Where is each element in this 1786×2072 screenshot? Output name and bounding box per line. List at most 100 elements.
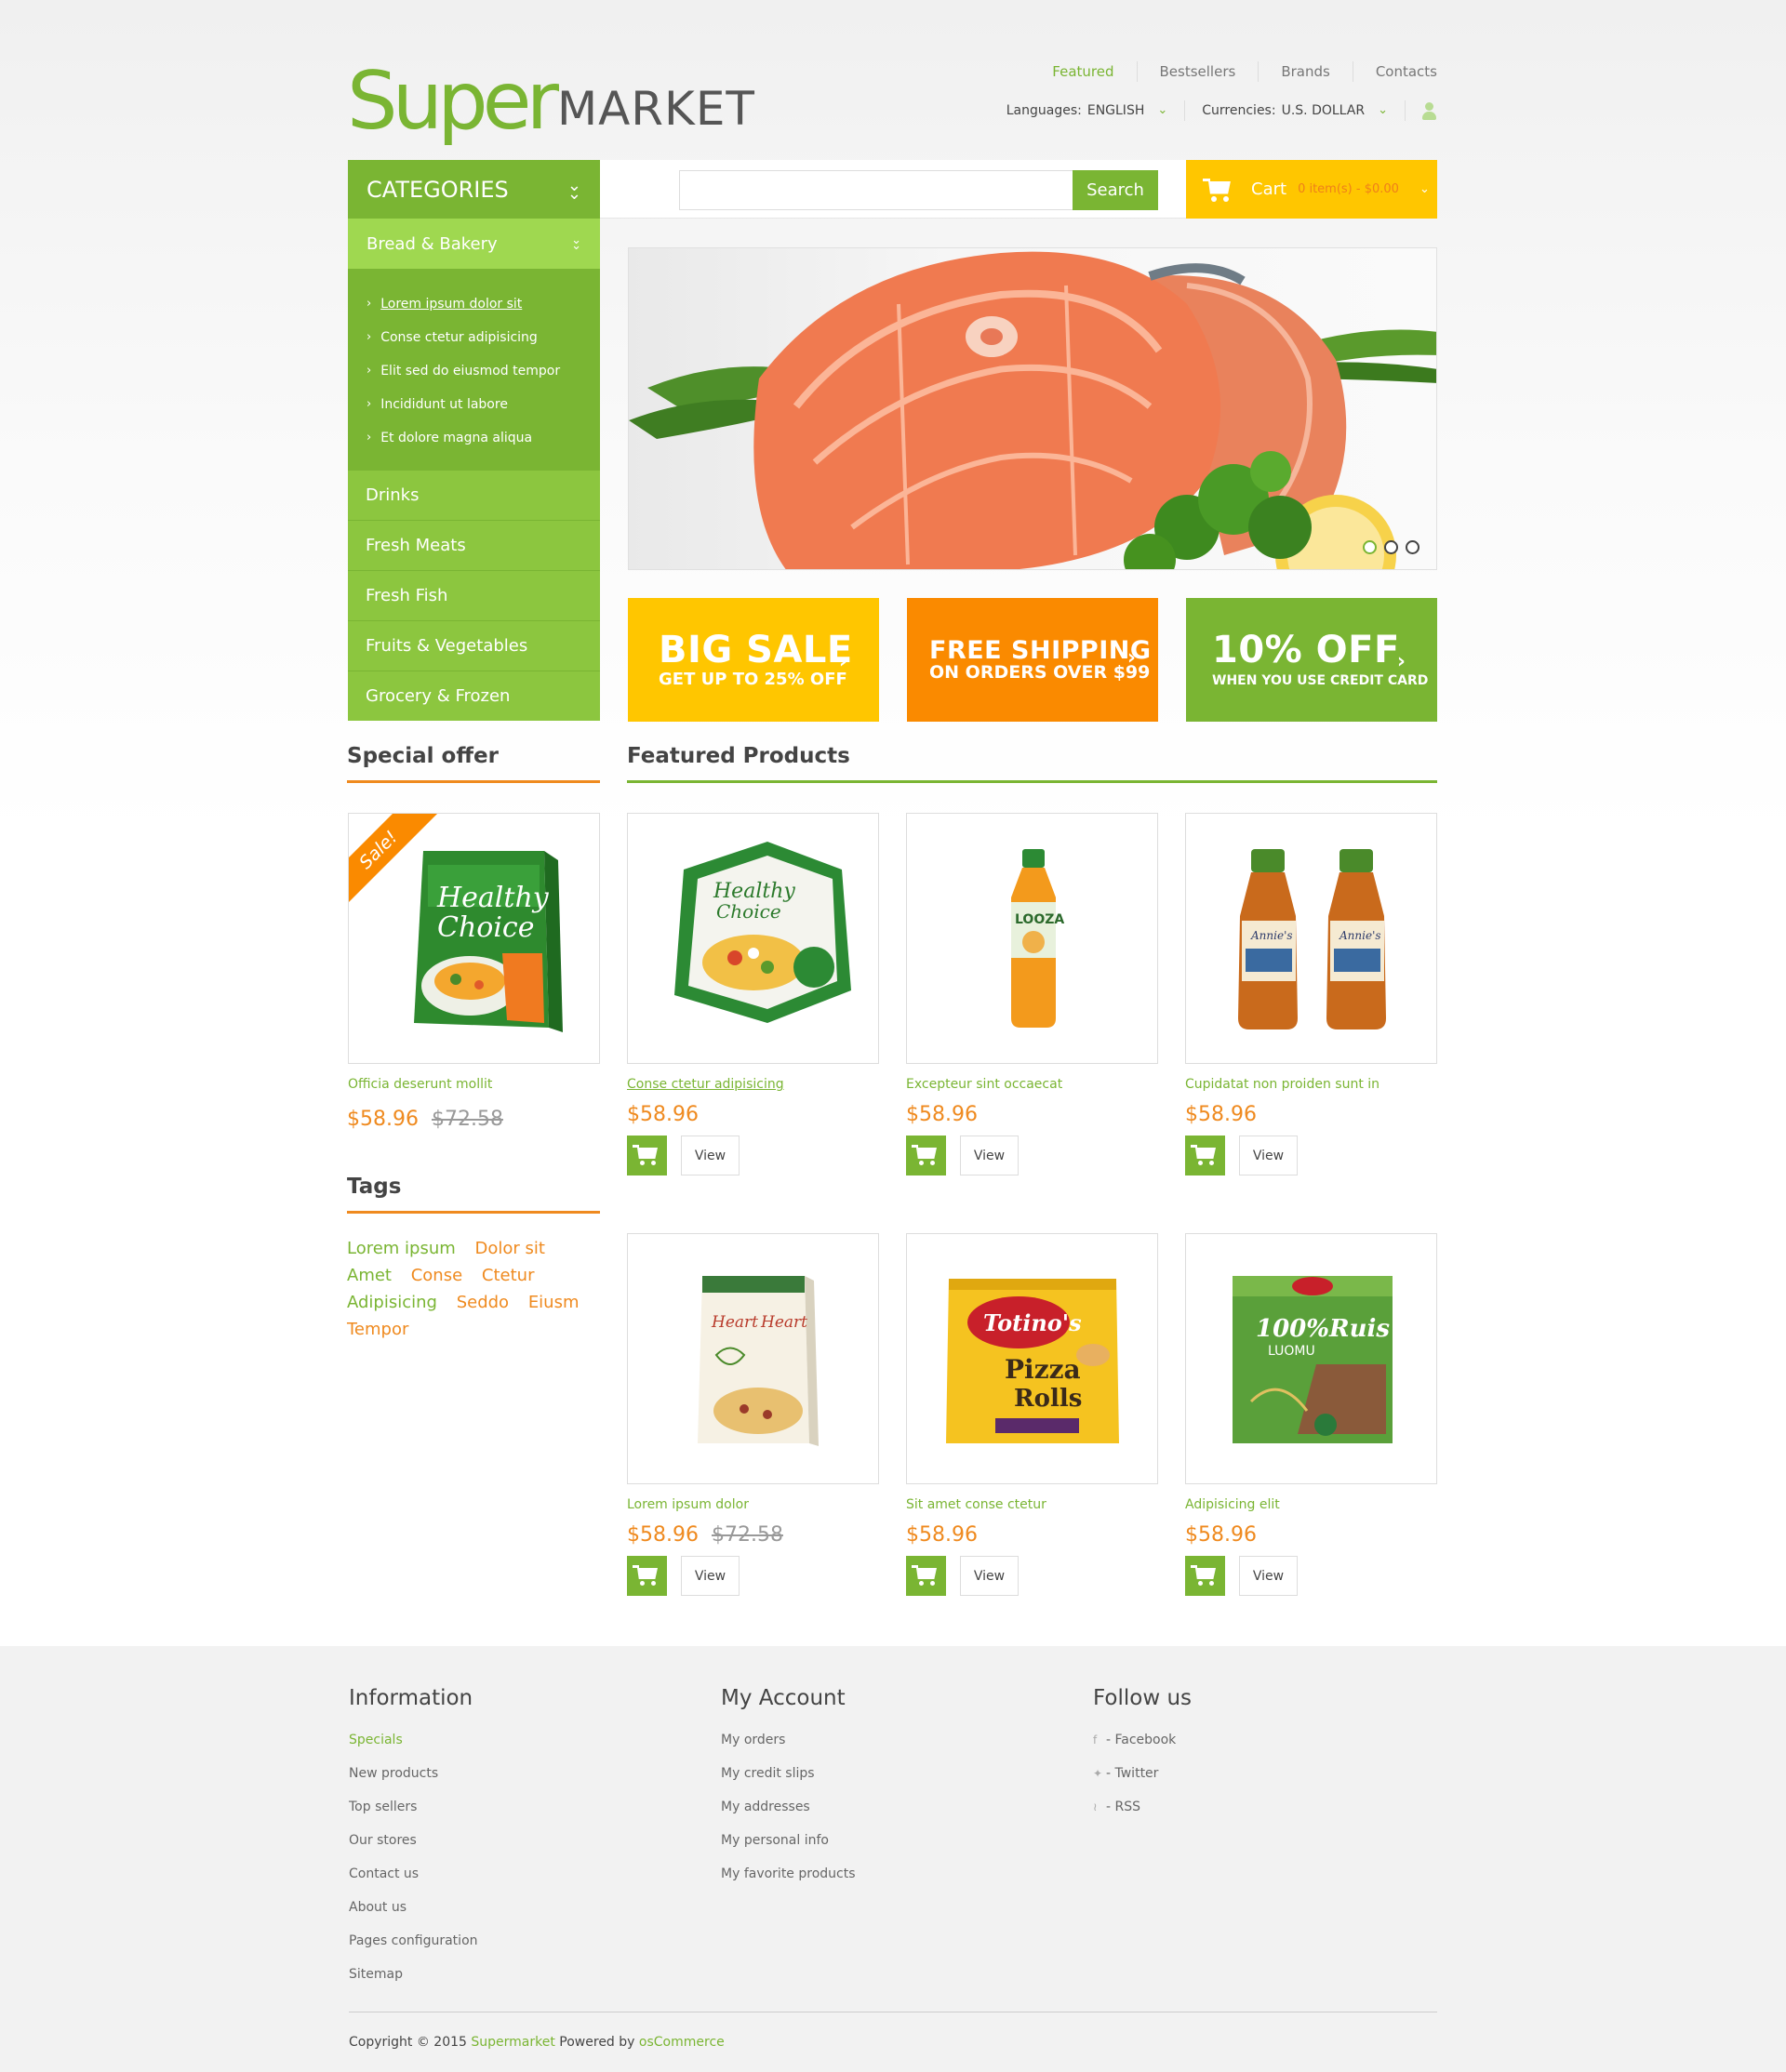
pizza-rolls-box-image: Totino's Pizza Rolls [946,1279,1119,1443]
tag-link[interactable]: Eiusm [528,1293,580,1312]
special-product-image[interactable]: Healthy Choice Sale! [348,813,600,1064]
site-footer: Information Specials New products Top se… [0,1646,1786,2072]
footer-link-twitter[interactable]: ✦ - Twitter [1093,1764,1192,1798]
nav-contacts[interactable]: Contacts [1352,61,1437,82]
product-name[interactable]: Conse ctetur adipisicing [627,1077,784,1092]
tag-link[interactable]: Conse [411,1266,462,1285]
product-price: $58.96 [627,1103,699,1126]
dressing-bottles-image: Annie's Annie's [1238,849,1386,1029]
product-image[interactable]: Totino's Pizza Rolls [906,1233,1158,1484]
brand-link[interactable]: Supermarket [471,2035,554,2050]
banner-subline: WHEN YOU USE CREDIT CARD [1212,672,1429,688]
search-input[interactable] [679,170,1073,210]
top-navigation: Featured Bestsellers Brands Contacts [1030,61,1437,82]
product-name[interactable]: Excepteur sint occaecat [906,1077,1062,1092]
view-button[interactable]: View [960,1556,1019,1596]
footer-link[interactable]: Specials [349,1731,478,1764]
cart-summary: 0 item(s) - $0.00 [1298,182,1399,196]
add-to-cart-button[interactable] [627,1136,667,1175]
nav-featured[interactable]: Featured [1030,61,1136,82]
tag-link[interactable]: Seddo [457,1293,509,1312]
chevron-right-icon: › [367,397,372,411]
svg-text:Choice: Choice [437,911,535,944]
footer-link[interactable]: Top sellers [349,1798,478,1831]
tag-link[interactable]: Ctetur [482,1266,535,1285]
add-to-cart-button[interactable] [906,1556,946,1596]
slider-dot[interactable] [1406,540,1419,554]
add-to-cart-button[interactable] [1185,1556,1225,1596]
hero-slider[interactable] [628,247,1437,570]
cereal-box-image: Heart Heart [698,1276,819,1446]
frozen-meal-image: Healthy Choice [674,842,851,1023]
footer-link[interactable]: Our stores [349,1831,478,1865]
subcategory-item[interactable]: › Elit sed do eiusmod tempor [367,354,581,388]
category-bread-bakery[interactable]: Bread & Bakery ⌄ ⌄ [348,219,600,269]
footer-link[interactable]: My orders [721,1731,856,1764]
category-fruits-vegetables[interactable]: Fruits & Vegetables [348,620,600,671]
site-logo[interactable]: Super MARKET [347,48,755,141]
currency-selector[interactable]: Currencies: U.S. DOLLAR ⌄ [1185,100,1406,121]
product-name[interactable]: Cupidatat non proiden sunt in [1185,1077,1379,1092]
subcategory-item[interactable]: › Lorem ipsum dolor sit [367,287,581,321]
tag-link[interactable]: Tempor [347,1320,408,1339]
footer-link[interactable]: Pages configuration [349,1932,478,1965]
nav-bestsellers[interactable]: Bestsellers [1136,61,1259,82]
product-name[interactable]: Sit amet conse ctetur [906,1497,1046,1512]
add-to-cart-button[interactable] [906,1136,946,1175]
subcategory-item[interactable]: › Incididunt ut labore [367,388,581,421]
footer-link[interactable]: My personal info [721,1831,856,1865]
special-product-name[interactable]: Officia deserunt mollit [348,1077,492,1092]
add-to-cart-button[interactable] [627,1556,667,1596]
product-image[interactable]: Annie's Annie's [1185,813,1437,1064]
product-image[interactable]: Healthy Choice [627,813,879,1064]
chevron-right-icon: › [367,330,372,344]
categories-header[interactable]: CATEGORIES ⌄ ⌄ [348,160,600,219]
banner-big-sale[interactable]: BIG SALE GET UP TO 25% OFF › [628,598,879,722]
platform-link[interactable]: osCommerce [639,2035,725,2050]
add-to-cart-button[interactable] [1185,1136,1225,1175]
footer-link[interactable]: My addresses [721,1798,856,1831]
category-drinks[interactable]: Drinks [348,470,600,520]
product-image[interactable]: Heart Heart [627,1233,879,1484]
tag-link[interactable]: Amet [347,1266,392,1285]
view-button[interactable]: View [681,1556,740,1596]
subcategory-item[interactable]: › Conse ctetur adipisicing [367,321,581,354]
footer-link[interactable]: About us [349,1898,478,1932]
search-button[interactable]: Search [1073,170,1158,210]
footer-link[interactable]: Contact us [349,1865,478,1898]
product-image[interactable]: LOOZA [906,813,1158,1064]
cart-widget[interactable]: Cart 0 item(s) - $0.00 ⌄ [1186,160,1437,219]
special-product-price: $58.96 $72.58 [347,1108,503,1131]
current-price: $58.96 [627,1523,699,1547]
footer-link[interactable]: My favorite products [721,1865,856,1898]
footer-link-facebook[interactable]: f- Facebook [1093,1731,1192,1764]
category-grocery-frozen[interactable]: Grocery & Frozen [348,671,600,721]
slider-dot[interactable] [1384,540,1398,554]
tags-title: Tags [347,1175,600,1214]
view-button[interactable]: View [1239,1136,1298,1175]
shopping-cart-icon [1203,177,1233,203]
product-name[interactable]: Lorem ipsum dolor [627,1497,749,1512]
footer-link[interactable]: Sitemap [349,1965,478,1999]
category-fresh-fish[interactable]: Fresh Fish [348,570,600,620]
language-selector[interactable]: Languages: ENGLISH ⌄ [1006,100,1186,121]
user-icon[interactable] [1420,100,1437,121]
view-button[interactable]: View [1239,1556,1298,1596]
view-button[interactable]: View [681,1136,740,1175]
tag-link[interactable]: Dolor sit [475,1239,545,1258]
language-label: Languages: [1006,103,1082,118]
footer-link[interactable]: New products [349,1764,478,1798]
nav-brands[interactable]: Brands [1258,61,1353,82]
tag-link[interactable]: Lorem ipsum [347,1239,456,1258]
footer-link-rss[interactable]: ≀ - RSS [1093,1798,1192,1831]
product-image[interactable]: 100%Ruis LUOMU [1185,1233,1437,1484]
banner-discount[interactable]: 10% OFF WHEN YOU USE CREDIT CARD › [1186,598,1437,722]
view-button[interactable]: View [960,1136,1019,1175]
category-fresh-meats[interactable]: Fresh Meats [348,520,600,570]
tag-link[interactable]: Adipisicing [347,1293,437,1312]
subcategory-item[interactable]: › Et dolore magna aliqua [367,421,581,455]
footer-link[interactable]: My credit slips [721,1764,856,1798]
product-name[interactable]: Adipisicing elit [1185,1497,1280,1512]
banner-free-shipping[interactable]: FREE SHIPPING ON ORDERS OVER $99 › [907,598,1158,722]
slider-dot[interactable] [1363,540,1377,554]
